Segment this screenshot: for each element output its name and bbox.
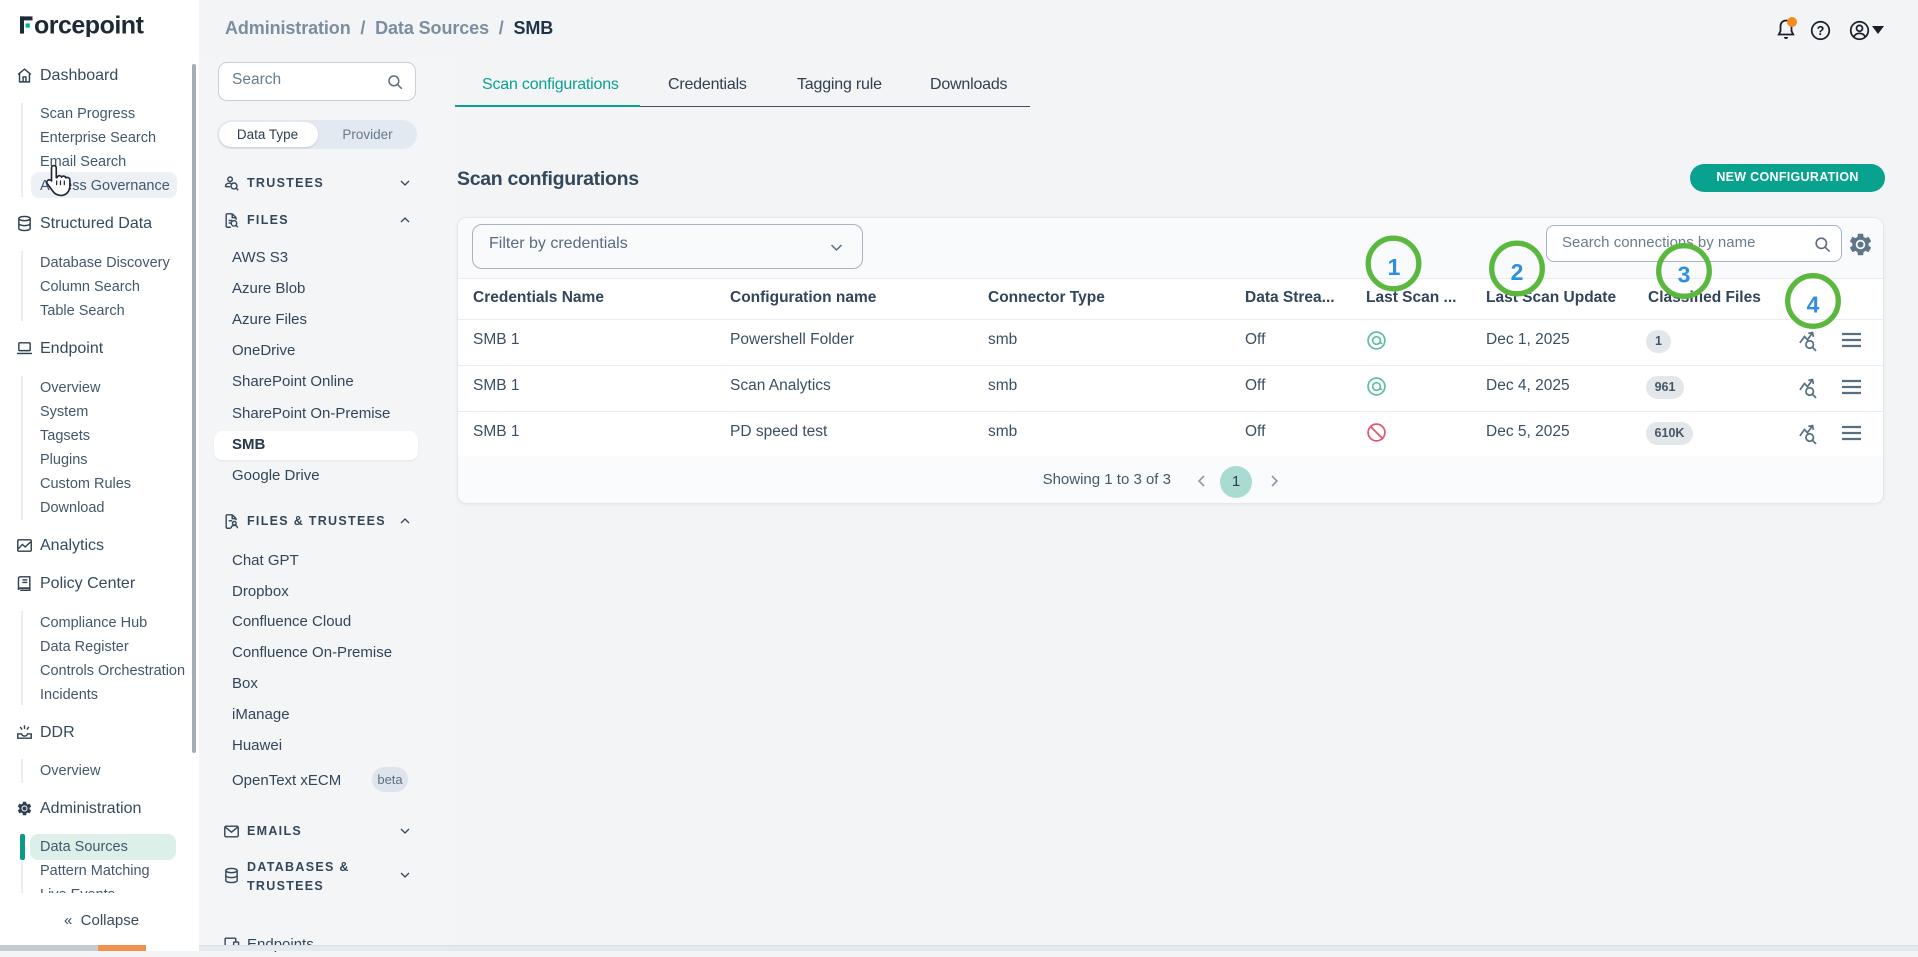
svg-text:?: ? bbox=[1817, 24, 1825, 38]
svg-text:orcepoint: orcepoint bbox=[34, 13, 145, 37]
